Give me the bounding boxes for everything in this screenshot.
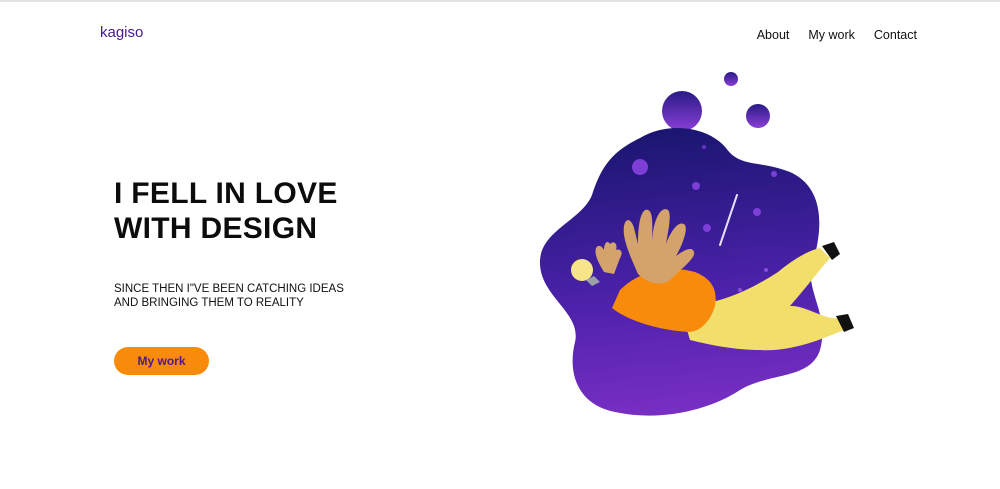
hero-illustration	[539, 72, 854, 416]
logo-link[interactable]: kagiso	[100, 24, 143, 41]
orb-large	[662, 91, 702, 131]
hero-headline-line-1: I FELL IN LOVE	[114, 177, 338, 210]
hero-headline-line-2: WITH DESIGN	[114, 212, 318, 245]
main-nav: About My work Contact	[757, 28, 917, 42]
hero-subtitle-line-2: AND BRINGING THEM TO REALITY	[114, 297, 304, 309]
my-work-button[interactable]: My work	[114, 347, 209, 375]
hero-subtitle-line-1: SINCE THEN I"VE BEEN CATCHING IDEAS	[114, 283, 344, 295]
nav-my-work[interactable]: My work	[808, 28, 855, 42]
orb-small	[724, 72, 738, 86]
hero-subtitle: SINCE THEN I"VE BEEN CATCHING IDEAS AND …	[114, 282, 414, 310]
nav-about[interactable]: About	[757, 28, 790, 42]
nav-contact[interactable]: Contact	[874, 28, 917, 42]
hero-headline: I FELL IN LOVE WITH DESIGN	[114, 176, 434, 246]
orb-medium	[746, 104, 770, 128]
